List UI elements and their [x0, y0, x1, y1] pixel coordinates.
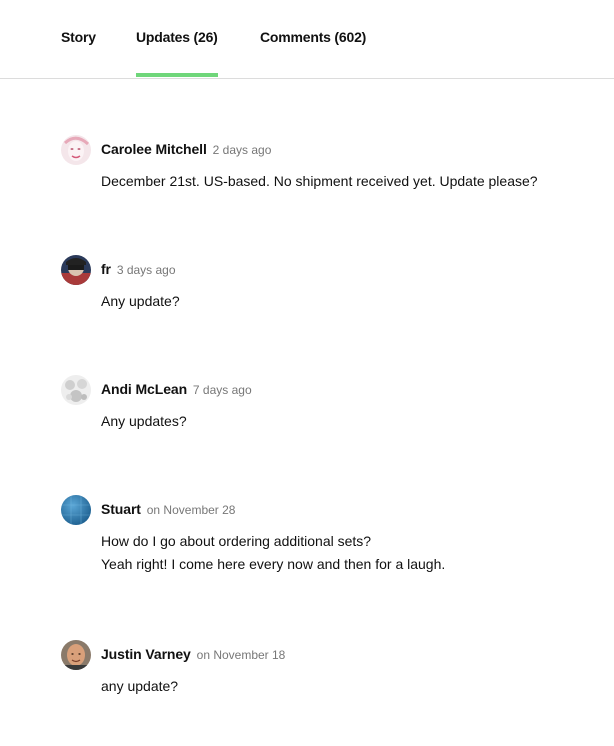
comment-time: on November 18: [196, 648, 286, 662]
tab-updates[interactable]: Updates (26): [136, 29, 218, 77]
tab-bar: Story Updates (26) Comments (602): [0, 0, 614, 79]
comment-author[interactable]: Carolee Mitchell: [101, 141, 207, 157]
sketch-faces-avatar[interactable]: [61, 375, 91, 405]
comment-time: 2 days ago: [212, 143, 272, 157]
comment-text: Yeah right! I come here every now and th…: [101, 556, 446, 572]
comment-time: on November 28: [146, 503, 236, 517]
tab-story[interactable]: Story: [61, 29, 96, 45]
comment-header: Justin Varney on November 18: [101, 646, 285, 662]
portrait-pink-avatar[interactable]: [61, 135, 91, 165]
comment-header: Carolee Mitchell 2 days ago: [101, 141, 271, 157]
comment-body: any update?: [101, 675, 178, 698]
blue-globe-avatar[interactable]: [61, 495, 91, 525]
comment-body: How do I go about ordering additional se…: [101, 530, 445, 576]
comment-author[interactable]: fr: [101, 261, 111, 277]
comment-body: December 21st. US-based. No shipment rec…: [101, 170, 538, 193]
tab-comments[interactable]: Comments (602): [260, 29, 366, 45]
comment-text: How do I go about ordering additional se…: [101, 533, 372, 549]
comment-header: Andi McLean 7 days ago: [101, 381, 252, 397]
comment-text: Any update?: [101, 293, 180, 309]
comment-author[interactable]: Stuart: [101, 501, 141, 517]
comment-text: Any updates?: [101, 413, 187, 429]
comment-header: Stuart on November 28: [101, 501, 235, 517]
comment-text: any update?: [101, 678, 179, 694]
bald-man-avatar[interactable]: [61, 640, 91, 670]
comment-author[interactable]: Justin Varney: [101, 646, 191, 662]
comment-header: fr 3 days ago: [101, 261, 176, 277]
masked-figure-avatar[interactable]: [61, 255, 91, 285]
comment-time: 7 days ago: [192, 383, 252, 397]
comment-body: Any update?: [101, 290, 180, 313]
comment-text: December 21st. US-based. No shipment rec…: [101, 173, 538, 189]
comment-body: Any updates?: [101, 410, 187, 433]
comment-author[interactable]: Andi McLean: [101, 381, 187, 397]
comment-time: 3 days ago: [116, 263, 176, 277]
